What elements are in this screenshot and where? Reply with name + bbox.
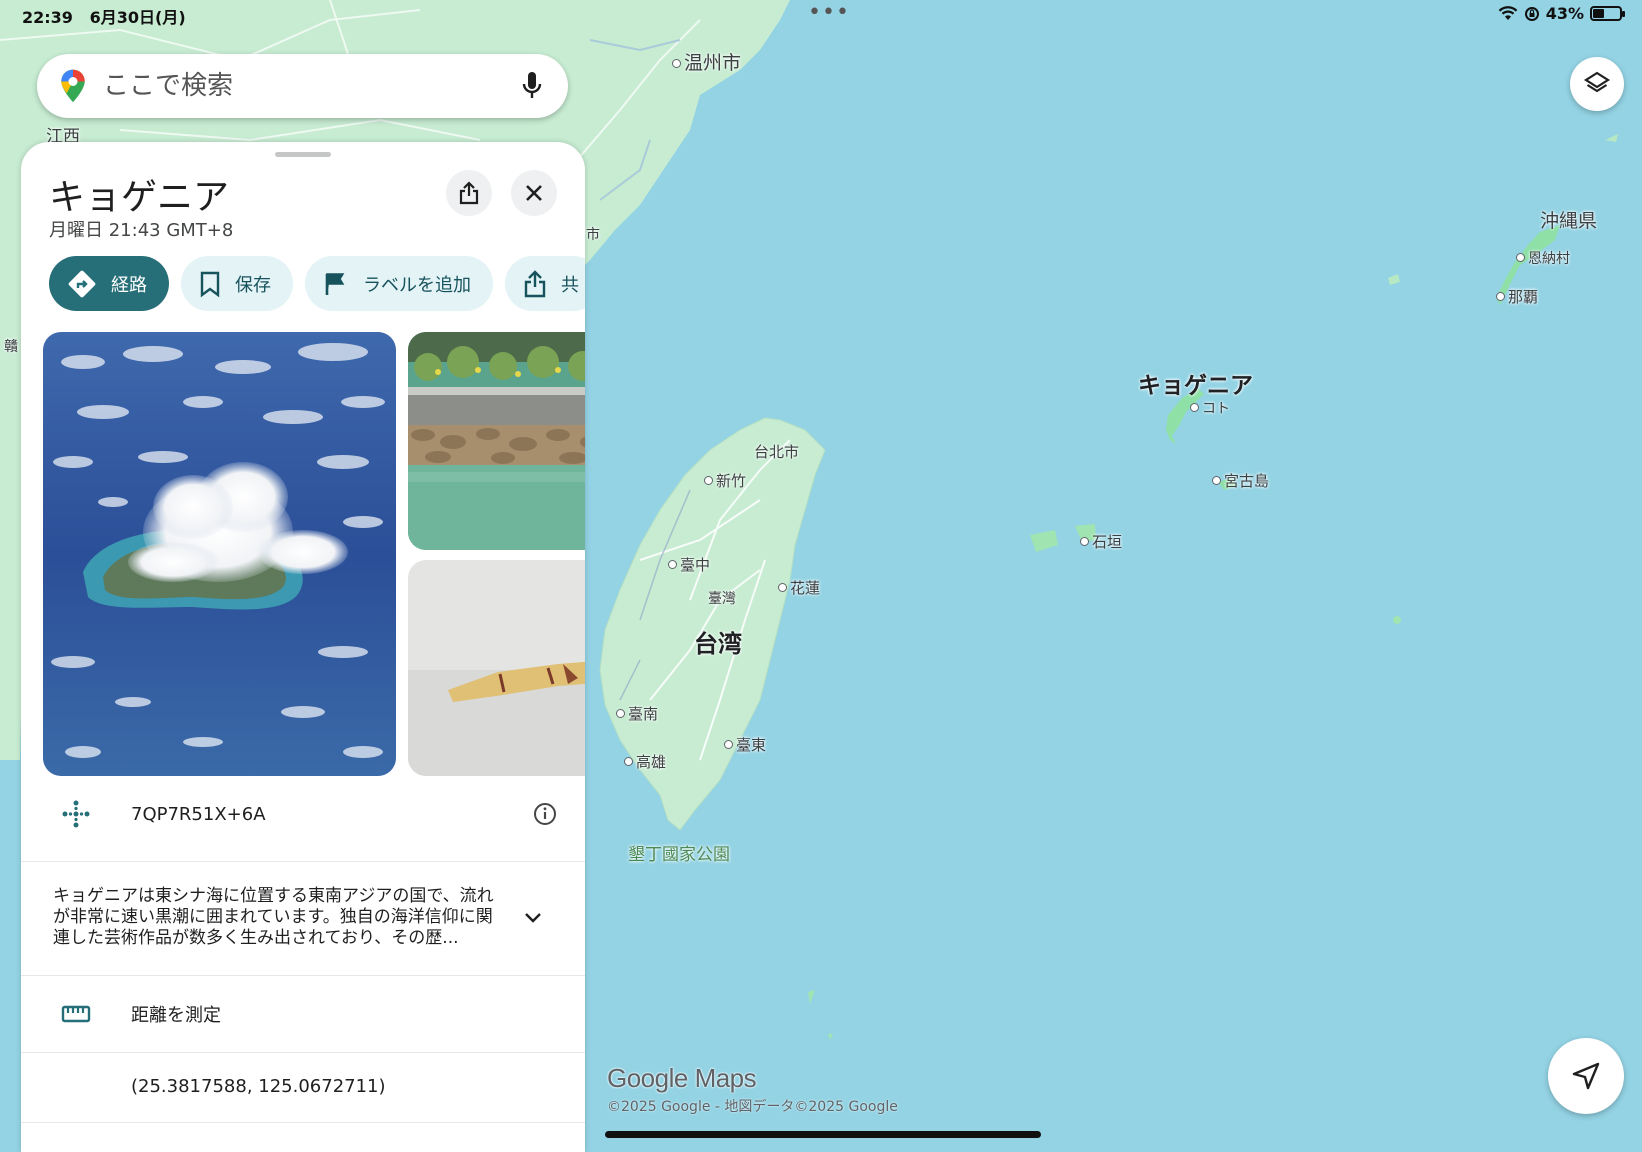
photo-seawall[interactable]: [408, 332, 585, 550]
measure-distance-label: 距離を測定: [131, 1004, 221, 1026]
directions-label: 経路: [111, 274, 147, 296]
map-copyright[interactable]: ©2025 Google - 地図データ©2025 Google: [607, 1096, 898, 1116]
info-icon[interactable]: [533, 802, 557, 826]
save-button[interactable]: 保存: [181, 256, 293, 311]
search-bar[interactable]: [37, 54, 568, 118]
share-icon: [459, 181, 479, 205]
google-maps-logo: Google Maps: [607, 1063, 757, 1093]
plus-code-row[interactable]: 7QP7R51X+6A: [21, 780, 585, 848]
navigation-arrow-icon: [1572, 1062, 1600, 1090]
search-input[interactable]: [103, 71, 518, 101]
place-panel: キョゲニア 月曜日 21:43 GMT+8 経路 保存 ラベルを追加 共 7QP…: [21, 142, 585, 1152]
description-text: キョゲニアは東シナ海に位置する東南アジアの国で、流れが非常に速い黒潮に囲まれてい…: [53, 886, 494, 948]
battery-percent: 43%: [1545, 4, 1584, 23]
directions-icon: [68, 270, 96, 297]
layers-button[interactable]: [1570, 57, 1624, 111]
my-location-button[interactable]: [1548, 1038, 1624, 1114]
map-label-kaohsiung[interactable]: 高雄: [624, 751, 666, 772]
microphone-icon[interactable]: [518, 70, 546, 102]
plus-code-text: 7QP7R51X+6A: [131, 803, 266, 825]
map-label-taiwan[interactable]: 台湾: [694, 624, 742, 659]
seawall-photo: [408, 332, 585, 550]
save-label: 保存: [235, 274, 271, 296]
map-label-naha[interactable]: 那覇: [1496, 286, 1538, 307]
map-label-hsinchu[interactable]: 新竹: [704, 470, 746, 491]
status-date: 6月30日(月): [89, 8, 186, 27]
battery-icon: [1590, 6, 1625, 21]
coordinates-row[interactable]: (25.3817588, 125.0672711): [21, 1052, 585, 1120]
coordinates-text: (25.3817588, 125.0672711): [131, 1076, 386, 1097]
close-icon: [526, 185, 542, 201]
map-label-tainan[interactable]: 臺南: [616, 703, 658, 724]
close-button[interactable]: [511, 170, 557, 216]
map-label-kyogenia[interactable]: キョゲニア: [1138, 366, 1253, 400]
status-bar-left: 22:39 6月30日(月): [22, 4, 186, 28]
orientation-lock-icon: [1524, 6, 1539, 21]
status-bar-right: 43%: [1498, 4, 1625, 23]
action-chips: 経路 保存 ラベルを追加 共: [49, 256, 585, 311]
add-label-button[interactable]: ラベルを追加: [305, 256, 493, 311]
share-button[interactable]: [446, 170, 492, 216]
map-label-taiwan-province: 臺灣: [708, 591, 736, 607]
flag-icon: [325, 272, 345, 295]
drag-handle[interactable]: [275, 152, 331, 157]
map-label-kenting[interactable]: 墾丁國家公園: [628, 840, 730, 865]
map-label-taitung[interactable]: 臺東: [724, 734, 766, 755]
place-subtitle: 月曜日 21:43 GMT+8: [49, 220, 234, 241]
map-label-hualien[interactable]: 花蓮: [778, 577, 820, 598]
more-row: [21, 1122, 585, 1152]
bookmark-icon: [200, 271, 220, 297]
artifact-photo: [408, 560, 585, 776]
share-chip-label: 共: [561, 274, 579, 296]
map-label-wenzhou[interactable]: 温州市: [672, 48, 741, 75]
map-label-ishigaki[interactable]: 石垣: [1080, 531, 1122, 552]
map-label-taipei[interactable]: 台北市: [754, 441, 799, 462]
multitask-dots-icon[interactable]: •••: [808, 2, 850, 24]
map-label-koto[interactable]: コト: [1190, 398, 1230, 418]
home-indicator[interactable]: [605, 1131, 1041, 1138]
place-title: キョゲニア: [49, 177, 230, 218]
ruler-icon: [61, 1005, 91, 1022]
map-label-okinawa-pref: 沖縄県: [1540, 210, 1598, 232]
photo-artifact[interactable]: [408, 560, 585, 776]
wifi-icon: [1498, 6, 1517, 20]
map-label-taichung[interactable]: 臺中: [668, 554, 710, 575]
map-label-onna[interactable]: 恩納村: [1516, 248, 1570, 268]
share-icon: [524, 269, 546, 297]
plus-code-icon: [62, 800, 90, 828]
aerial-island-photo: [43, 332, 396, 776]
map-label-edge: 贛: [4, 339, 18, 355]
chevron-down-icon[interactable]: [523, 911, 543, 925]
map-label-miyako[interactable]: 宮古島: [1212, 470, 1269, 491]
directions-button[interactable]: 経路: [49, 256, 169, 311]
map-label-edge-city: 市: [586, 227, 600, 243]
battery-level-fill: [1593, 9, 1605, 18]
google-maps-pin-icon: [61, 69, 85, 103]
measure-distance-row[interactable]: 距離を測定: [21, 975, 585, 1051]
description-row[interactable]: キョゲニアは東シナ海に位置する東南アジアの国で、流れが非常に速い黒潮に囲まれてい…: [21, 861, 585, 973]
status-time: 22:39: [22, 8, 73, 27]
layers-icon: [1583, 71, 1611, 93]
share-chip-button[interactable]: 共: [505, 256, 585, 311]
photo-aerial-island[interactable]: [43, 332, 396, 776]
add-label-label: ラベルを追加: [363, 274, 471, 296]
